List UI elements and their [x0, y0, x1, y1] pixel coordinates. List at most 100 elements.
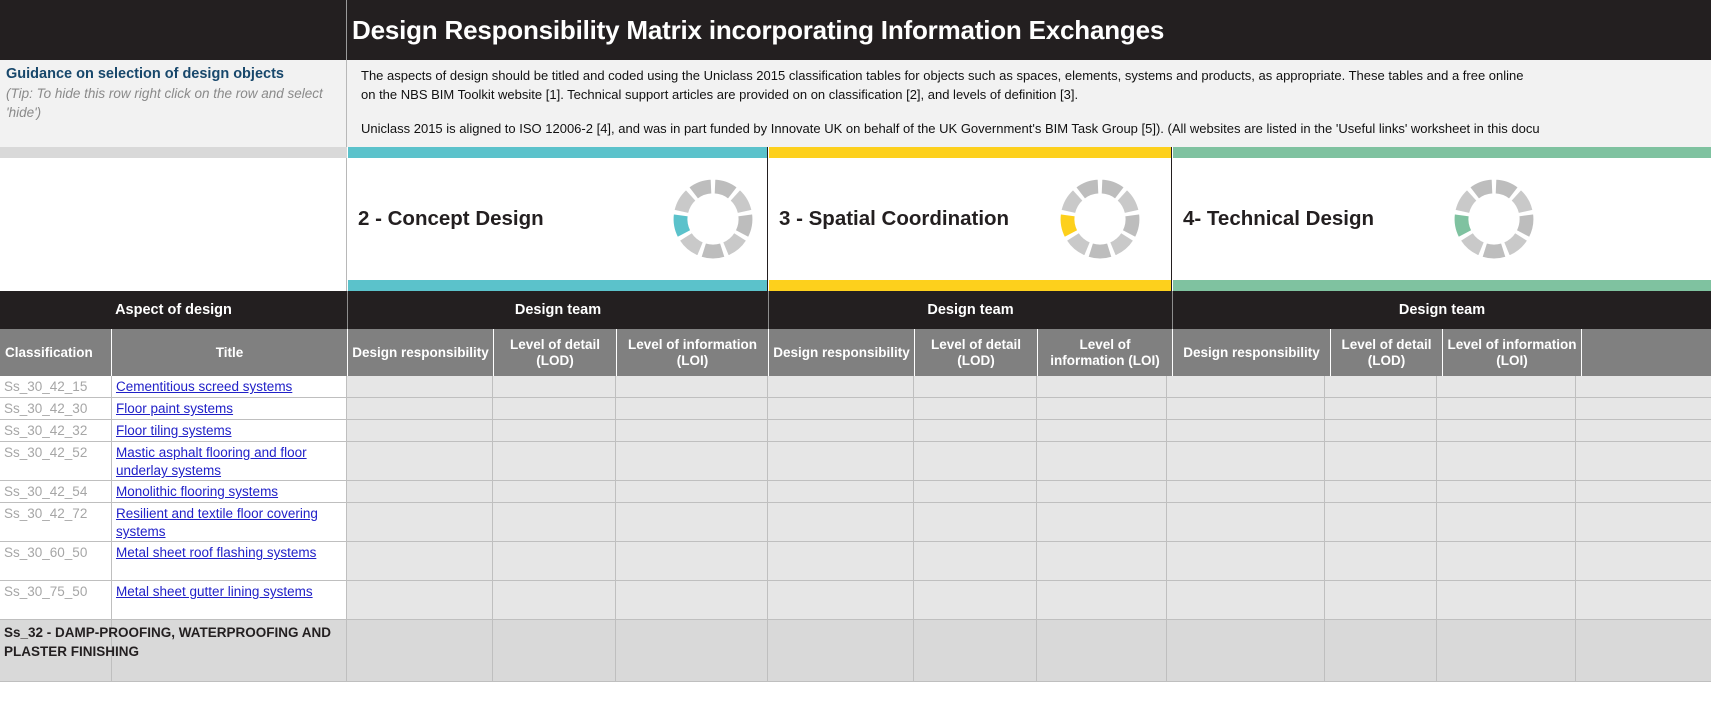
title-link[interactable]: Metal sheet gutter lining systems: [116, 584, 313, 599]
title-link[interactable]: Metal sheet roof flashing systems: [116, 545, 316, 560]
cell-empty[interactable]: [616, 481, 768, 502]
cell-empty[interactable]: [1037, 581, 1167, 619]
cell-empty[interactable]: [914, 442, 1037, 480]
cell-empty[interactable]: [1325, 503, 1437, 541]
column-header-design-responsibility-s4[interactable]: Design responsibility: [1173, 329, 1331, 376]
cell-empty[interactable]: [1167, 442, 1325, 480]
cell-empty[interactable]: [347, 620, 493, 681]
cell-empty[interactable]: [768, 376, 914, 397]
cell-empty[interactable]: [347, 581, 493, 619]
column-header-loi-s2[interactable]: Level of information (LOI): [617, 329, 769, 376]
cell-classification[interactable]: Ss_30_42_15: [0, 376, 112, 397]
cell-title[interactable]: Metal sheet roof flashing systems: [112, 542, 347, 580]
cell-empty[interactable]: [347, 481, 493, 502]
cell-empty[interactable]: [1037, 420, 1167, 441]
cell-empty[interactable]: [616, 376, 768, 397]
cell-title[interactable]: Resilient and textile floor covering sys…: [112, 503, 347, 541]
cell-classification[interactable]: Ss_30_42_72: [0, 503, 112, 541]
cell-empty[interactable]: [347, 398, 493, 419]
table-row[interactable]: Ss_30_42_30 Floor paint systems: [0, 398, 1711, 420]
column-header-lod-s2[interactable]: Level of detail (LOD): [494, 329, 617, 376]
cell-empty[interactable]: [1037, 442, 1167, 480]
cell-empty[interactable]: [1167, 581, 1325, 619]
cell-classification[interactable]: Ss_30_75_50: [0, 581, 112, 619]
cell-empty[interactable]: [1576, 542, 1711, 580]
cell-empty[interactable]: [616, 420, 768, 441]
cell-empty[interactable]: [616, 542, 768, 580]
cell-empty[interactable]: [914, 620, 1037, 681]
cell-empty[interactable]: [1576, 581, 1711, 619]
cell-empty[interactable]: [493, 620, 616, 681]
title-link[interactable]: Monolithic flooring systems: [116, 484, 278, 499]
table-row[interactable]: Ss_30_42_72 Resilient and textile floor c…: [0, 503, 1711, 542]
cell-classification[interactable]: Ss_30_42_54: [0, 481, 112, 502]
cell-title[interactable]: Floor paint systems: [112, 398, 347, 419]
cell-empty[interactable]: [1437, 542, 1576, 580]
cell-empty[interactable]: [1037, 376, 1167, 397]
cell-empty[interactable]: [616, 503, 768, 541]
cell-empty[interactable]: [1325, 376, 1437, 397]
cell-empty[interactable]: [1325, 420, 1437, 441]
title-link[interactable]: Floor paint systems: [116, 401, 233, 416]
cell-empty[interactable]: [1437, 420, 1576, 441]
cell-empty[interactable]: [347, 542, 493, 580]
cell-empty[interactable]: [493, 442, 616, 480]
cell-empty[interactable]: [1437, 442, 1576, 480]
cell-empty[interactable]: [768, 503, 914, 541]
table-row[interactable]: Ss_30_75_50 Metal sheet gutter lining sys…: [0, 581, 1711, 620]
cell-empty[interactable]: [1437, 503, 1576, 541]
cell-empty[interactable]: [914, 581, 1037, 619]
cell-empty[interactable]: [616, 620, 768, 681]
table-row[interactable]: Ss_30_42_15 Cementitious screed systems: [0, 376, 1711, 398]
cell-empty[interactable]: [1576, 503, 1711, 541]
cell-empty[interactable]: [1167, 481, 1325, 502]
column-header-design-responsibility-s2[interactable]: Design responsibility: [348, 329, 494, 376]
cell-empty[interactable]: [1437, 398, 1576, 419]
cell-empty[interactable]: [768, 442, 914, 480]
title-link[interactable]: Resilient and textile floor covering sys…: [116, 506, 318, 539]
cell-empty[interactable]: [914, 503, 1037, 541]
cell-empty[interactable]: [1576, 376, 1711, 397]
cell-title[interactable]: Metal sheet gutter lining systems: [112, 581, 347, 619]
cell-empty[interactable]: [1167, 398, 1325, 419]
cell-empty[interactable]: [768, 420, 914, 441]
cell-empty[interactable]: [616, 442, 768, 480]
cell-empty[interactable]: [347, 420, 493, 441]
cell-empty[interactable]: [1167, 420, 1325, 441]
data-grid[interactable]: Ss_30_42_15 Cementitious screed systems Ss…: [0, 376, 1711, 704]
cell-title[interactable]: Monolithic flooring systems: [112, 481, 347, 502]
cell-title[interactable]: Cementitious screed systems: [112, 376, 347, 397]
column-header-design-responsibility-s3[interactable]: Design responsibility: [769, 329, 915, 376]
column-header-title[interactable]: Title: [112, 329, 348, 376]
cell-empty[interactable]: [493, 376, 616, 397]
column-header-classification[interactable]: Classification: [0, 329, 112, 376]
column-header-lod-s4[interactable]: Level of detail (LOD): [1331, 329, 1443, 376]
cell-empty[interactable]: [1576, 420, 1711, 441]
cell-empty[interactable]: [347, 442, 493, 480]
cell-classification[interactable]: Ss_30_60_50: [0, 542, 112, 580]
cell-empty[interactable]: [768, 581, 914, 619]
cell-empty[interactable]: [616, 398, 768, 419]
title-link[interactable]: Floor tiling systems: [116, 423, 232, 438]
cell-empty[interactable]: [1167, 542, 1325, 580]
cell-empty[interactable]: [914, 376, 1037, 397]
cell-empty[interactable]: [768, 481, 914, 502]
cell-empty[interactable]: [1167, 376, 1325, 397]
table-group-row[interactable]: Ss_32 - DAMP-PROOFING, WATERPROOFING AND…: [0, 620, 1711, 682]
cell-empty[interactable]: [347, 503, 493, 541]
cell-title[interactable]: Floor tiling systems: [112, 420, 347, 441]
cell-classification[interactable]: Ss_30_42_30: [0, 398, 112, 419]
cell-empty[interactable]: [1325, 398, 1437, 419]
cell-classification[interactable]: Ss_30_42_52: [0, 442, 112, 480]
cell-empty[interactable]: [616, 581, 768, 619]
column-header-loi-s4[interactable]: Level of information (LOI): [1443, 329, 1582, 376]
table-row[interactable]: Ss_30_42_32 Floor tiling systems: [0, 420, 1711, 442]
cell-empty[interactable]: [1576, 398, 1711, 419]
table-row[interactable]: Ss_30_42_52 Mastic asphalt flooring and f…: [0, 442, 1711, 481]
cell-empty[interactable]: [1325, 620, 1437, 681]
cell-empty[interactable]: [493, 581, 616, 619]
cell-empty[interactable]: [1325, 481, 1437, 502]
title-link[interactable]: Cementitious screed systems: [116, 379, 292, 394]
cell-classification[interactable]: Ss_30_42_32: [0, 420, 112, 441]
cell-empty[interactable]: [493, 420, 616, 441]
